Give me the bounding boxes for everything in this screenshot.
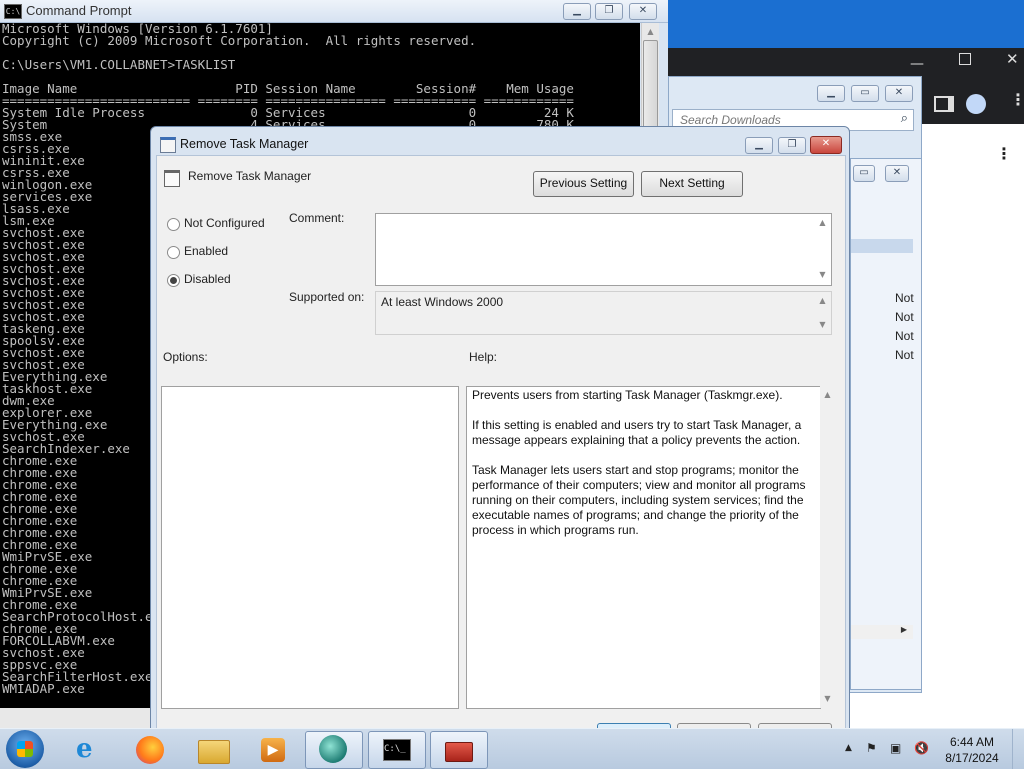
help-scroll-down-icon[interactable]: ▼ — [820, 694, 835, 703]
setting-icon — [164, 170, 180, 187]
help-scrollbar[interactable]: ▲ ▼ — [820, 386, 835, 708]
supported-scroll-up-icon[interactable]: ▲ — [815, 296, 830, 305]
dialog-title: Remove Task Manager — [180, 137, 309, 151]
network-icon[interactable]: ▣ — [890, 741, 901, 755]
list-item-status: Not — [895, 310, 914, 324]
radio-not-configured[interactable] — [167, 218, 180, 231]
windows-logo-icon — [17, 741, 33, 757]
explorer-close-button[interactable]: ✕ — [885, 85, 913, 102]
cmd-minimize-button[interactable]: ▁ — [563, 3, 591, 20]
internet-explorer-icon[interactable]: e — [62, 731, 118, 767]
explorer-list-window[interactable]: ▭ ✕ Not Not Not Not ▶ — [850, 158, 922, 690]
cmd-close-button[interactable]: ✕ — [629, 3, 657, 20]
desktop-background — [668, 0, 1024, 48]
clock[interactable]: 6:44 AM 8/17/2024 — [938, 734, 1006, 766]
explorer-maximize-button[interactable]: ▭ — [851, 85, 879, 102]
radio-disabled-label[interactable]: Disabled — [184, 272, 231, 286]
comment-field[interactable]: ▲ ▼ — [375, 213, 832, 286]
show-hidden-icons-icon[interactable]: ▲ — [845, 743, 852, 753]
comment-scroll-up-icon[interactable]: ▲ — [815, 218, 830, 227]
supported-on-field: At least Windows 2000 ▲ ▼ — [375, 291, 832, 335]
volume-muted-icon[interactable]: 🔇 — [914, 741, 929, 755]
media-player-icon[interactable]: ▶ — [244, 731, 300, 767]
cmd-horizontal-scrollbar[interactable] — [0, 708, 150, 728]
chrome-close-icon[interactable]: ✕ — [1006, 50, 1019, 68]
app-glyph — [319, 735, 347, 763]
previous-setting-button[interactable]: Previous Setting — [533, 171, 634, 197]
horizontal-scrollbar[interactable]: ▶ — [851, 625, 913, 639]
control-panel-icon[interactable] — [430, 731, 488, 769]
file-explorer-icon[interactable] — [184, 731, 240, 767]
command-prompt-icon[interactable]: C:\_ — [368, 731, 426, 769]
start-orb[interactable] — [6, 730, 44, 768]
profile-avatar-icon[interactable] — [966, 94, 986, 114]
list-header — [851, 239, 913, 253]
help-paragraph: Task Manager lets users start and stop p… — [472, 463, 806, 537]
cmd-glyph: C:\_ — [383, 739, 411, 761]
cmd-window-icon: C:\ — [4, 4, 22, 19]
side-panel-icon[interactable] — [934, 96, 954, 112]
firefox-glyph — [136, 736, 164, 764]
folder-glyph — [198, 740, 230, 764]
radio-disabled[interactable] — [167, 274, 180, 287]
cmd-title-bar[interactable]: C:\ Command Prompt ▁ ❐ ✕ — [0, 0, 668, 23]
options-label: Options: — [163, 350, 208, 364]
explorer2-close-button[interactable]: ✕ — [885, 165, 909, 182]
ie-glyph: e — [76, 734, 93, 764]
search-placeholder: Search Downloads — [680, 113, 781, 127]
chrome-menu-icon[interactable]: ⋮ — [1010, 90, 1024, 109]
taskbar: e ▶ C:\_ ▲ ⚑ ▣ 🔇 — [0, 728, 1024, 769]
radio-not-configured-label[interactable]: Not Configured — [184, 216, 265, 230]
comment-scroll-down-icon[interactable]: ▼ — [815, 270, 830, 279]
toolbox-glyph — [445, 742, 473, 762]
show-desktop-button[interactable] — [1012, 729, 1024, 769]
scroll-right-icon[interactable]: ▶ — [901, 625, 907, 634]
chrome-menu-icon-page[interactable]: ⋮ — [996, 144, 1012, 163]
list-item-status: Not — [895, 291, 914, 305]
cmd-maximize-button[interactable]: ❐ — [595, 3, 623, 20]
app-icon[interactable] — [305, 731, 363, 769]
list-item-status: Not — [895, 348, 914, 362]
radio-enabled-label[interactable]: Enabled — [184, 244, 228, 258]
chrome-maximize-icon[interactable] — [959, 53, 971, 65]
media-glyph: ▶ — [261, 738, 285, 762]
policy-icon — [160, 137, 176, 153]
setting-name: Remove Task Manager — [188, 169, 312, 183]
supported-scroll-down-icon[interactable]: ▼ — [815, 320, 830, 329]
clock-date: 8/17/2024 — [945, 751, 999, 765]
action-center-flag-icon[interactable]: ⚑ — [866, 741, 877, 755]
explorer-minimize-button[interactable]: ▁ — [817, 85, 845, 102]
options-panel[interactable] — [161, 386, 459, 709]
explorer2-maximize-button[interactable]: ▭ — [853, 165, 875, 182]
firefox-icon[interactable] — [122, 731, 178, 767]
help-label: Help: — [469, 350, 498, 364]
supported-on-label: Supported on: — [289, 290, 365, 304]
clock-time: 6:44 AM — [949, 735, 995, 749]
dialog-close-button[interactable]: ✕ — [810, 136, 842, 154]
scroll-up-icon[interactable]: ▲ — [643, 27, 658, 36]
help-paragraph: Prevents users from starting Task Manage… — [472, 388, 783, 402]
chrome-minimize-icon[interactable]: — — [910, 56, 924, 72]
search-icon: ⌕ — [900, 111, 908, 126]
next-setting-button[interactable]: Next Setting — [641, 171, 743, 197]
dialog-minimize-button[interactable]: ▁ — [745, 137, 773, 154]
cmd-window-title: Command Prompt — [26, 3, 132, 18]
chrome-toolbar: ⋮ — [918, 84, 1024, 124]
list-item-status: Not — [895, 329, 914, 343]
comment-label: Comment: — [289, 211, 345, 225]
radio-enabled[interactable] — [167, 246, 180, 259]
help-text: Prevents users from starting Task Manage… — [472, 388, 812, 553]
dialog-maximize-button[interactable]: ❐ — [778, 137, 806, 154]
help-scroll-up-icon[interactable]: ▲ — [820, 390, 835, 399]
help-paragraph: If this setting is enabled and users try… — [472, 418, 802, 447]
supported-on-value: At least Windows 2000 — [381, 295, 504, 309]
